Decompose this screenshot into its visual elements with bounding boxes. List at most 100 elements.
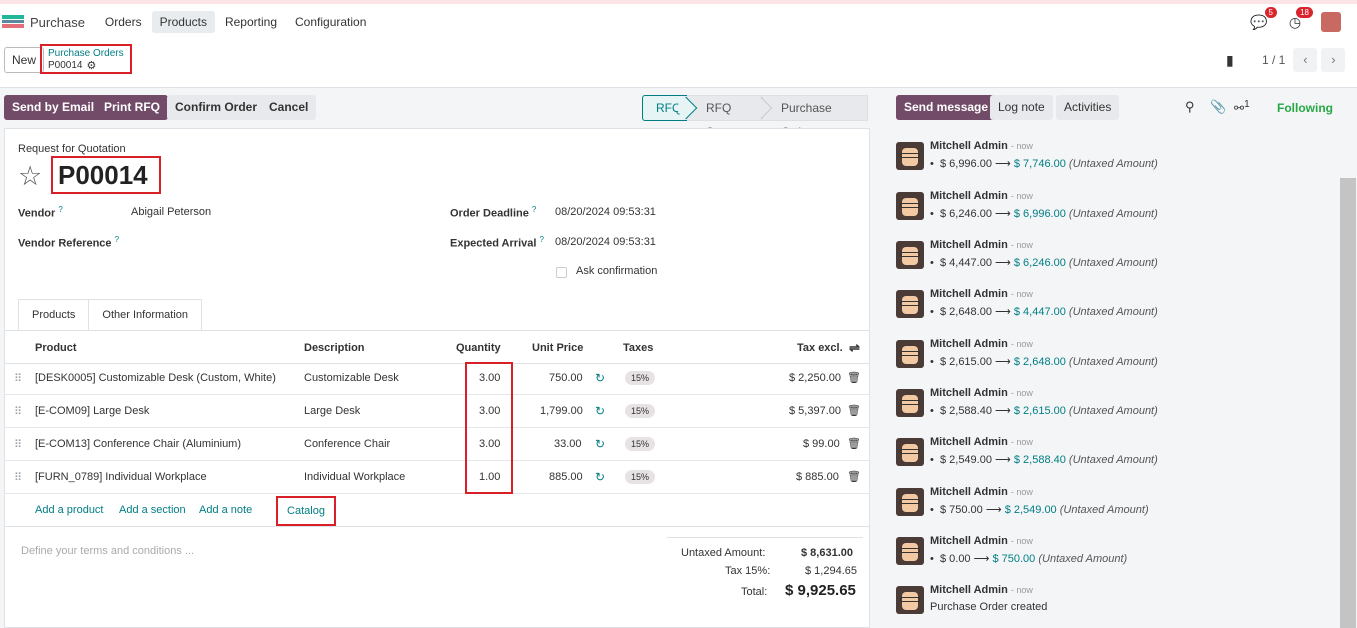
refresh-icon[interactable]: ↻: [595, 404, 605, 418]
message-author[interactable]: Mitchell Admin: [930, 288, 1008, 300]
column-tax-excl[interactable]: Tax excl.: [797, 342, 843, 354]
row-product[interactable]: [DESK0005] Customizable Desk (Custom, Wh…: [35, 372, 276, 384]
pager-value[interactable]: 1 / 1: [1262, 53, 1285, 67]
message-author[interactable]: Mitchell Admin: [930, 387, 1008, 399]
column-settings-icon[interactable]: ⇌: [849, 340, 860, 356]
search-icon[interactable]: ⚲: [1185, 99, 1195, 115]
app-name[interactable]: Purchase: [30, 15, 85, 30]
cancel-button[interactable]: Cancel: [261, 95, 317, 120]
expected-arrival-field[interactable]: 08/20/2024 09:53:31: [555, 236, 656, 248]
column-taxes[interactable]: Taxes: [623, 342, 653, 354]
add-product-link[interactable]: Add a product: [35, 504, 104, 516]
refresh-icon[interactable]: ↻: [595, 470, 605, 484]
stage-rfq-sent[interactable]: RFQ Sent: [687, 95, 773, 139]
drag-handle-icon[interactable]: ⠿: [14, 405, 22, 418]
column-quantity[interactable]: Quantity: [456, 342, 501, 354]
vendor-field[interactable]: Abigail Peterson: [131, 206, 211, 218]
avatar[interactable]: [896, 488, 924, 516]
avatar[interactable]: [896, 586, 924, 614]
table-row[interactable]: ⠿ [DESK0005] Customizable Desk (Custom, …: [5, 362, 869, 395]
add-note-link[interactable]: Add a note: [199, 504, 252, 516]
activities-clock-icon[interactable]: ◷ 18: [1283, 7, 1313, 34]
refresh-icon[interactable]: ↻: [595, 437, 605, 451]
row-description[interactable]: Individual Workplace: [304, 471, 405, 483]
trash-icon[interactable]: 🗑: [847, 371, 861, 384]
print-rfq-button[interactable]: Print RFQ: [96, 95, 168, 120]
breadcrumb-purchase-orders[interactable]: Purchase Orders: [48, 48, 124, 59]
message-author[interactable]: Mitchell Admin: [930, 436, 1008, 448]
help-icon[interactable]: ?: [58, 205, 62, 214]
row-unit-price[interactable]: 750.00: [549, 372, 583, 384]
row-product[interactable]: [FURN_0789] Individual Workplace: [35, 471, 207, 483]
tax-badge[interactable]: 15%: [625, 404, 656, 418]
avatar[interactable]: [896, 192, 924, 220]
row-description[interactable]: Large Desk: [304, 405, 360, 417]
chatter-scrollbar[interactable]: [1340, 178, 1356, 628]
activities-button[interactable]: Activities: [1056, 95, 1120, 120]
menu-reporting[interactable]: Reporting: [217, 11, 285, 33]
help-icon[interactable]: ?: [115, 235, 119, 244]
trash-icon[interactable]: 🗑: [847, 470, 861, 483]
following-button[interactable]: Following: [1277, 101, 1333, 115]
row-unit-price[interactable]: 1,799.00: [540, 405, 583, 417]
order-deadline-field[interactable]: 08/20/2024 09:53:31: [555, 206, 656, 218]
menu-configuration[interactable]: Configuration: [287, 11, 374, 33]
drag-handle-icon[interactable]: ⠿: [14, 471, 22, 484]
purchase-app-icon[interactable]: [2, 15, 24, 29]
message-author[interactable]: Mitchell Admin: [930, 140, 1008, 152]
send-message-button[interactable]: Send message: [896, 95, 997, 120]
tab-other-information[interactable]: Other Information: [88, 299, 203, 331]
trash-icon[interactable]: 🗑: [847, 437, 861, 450]
message-author[interactable]: Mitchell Admin: [930, 190, 1008, 202]
new-button[interactable]: New: [4, 47, 45, 73]
followers-icon[interactable]: ⚯1: [1234, 99, 1250, 115]
avatar[interactable]: [896, 438, 924, 466]
trash-icon[interactable]: 🗑: [847, 404, 861, 417]
terms-field[interactable]: Define your terms and conditions ...: [21, 545, 194, 557]
row-description[interactable]: Customizable Desk: [304, 372, 399, 384]
pager-previous-button[interactable]: ‹: [1293, 48, 1318, 72]
tax-badge[interactable]: 15%: [625, 437, 656, 451]
drag-handle-icon[interactable]: ⠿: [14, 438, 22, 451]
avatar[interactable]: [896, 142, 924, 170]
pager-next-button[interactable]: ›: [1321, 48, 1346, 72]
tab-products[interactable]: Products: [18, 299, 90, 331]
message-author[interactable]: Mitchell Admin: [930, 338, 1008, 350]
confirm-order-button[interactable]: Confirm Order: [167, 95, 266, 120]
avatar[interactable]: [896, 537, 924, 565]
table-row[interactable]: ⠿ [FURN_0789] Individual Workplace Indiv…: [5, 461, 869, 494]
avatar[interactable]: [896, 389, 924, 417]
help-icon[interactable]: ?: [532, 205, 536, 214]
ask-confirmation-checkbox[interactable]: [556, 267, 567, 278]
help-icon[interactable]: ?: [539, 235, 543, 244]
avatar[interactable]: [896, 241, 924, 269]
avatar[interactable]: [896, 290, 924, 318]
row-description[interactable]: Conference Chair: [304, 438, 390, 450]
bookmark-icon[interactable]: ▮: [1226, 52, 1240, 69]
column-description[interactable]: Description: [304, 342, 365, 354]
message-author[interactable]: Mitchell Admin: [930, 535, 1008, 547]
column-unit-price[interactable]: Unit Price: [532, 342, 583, 354]
table-row[interactable]: ⠿ [E-COM09] Large Desk Large Desk 3.00 1…: [5, 395, 869, 428]
row-unit-price[interactable]: 885.00: [549, 471, 583, 483]
catalog-button[interactable]: Catalog: [276, 496, 336, 526]
row-product[interactable]: [E-COM13] Conference Chair (Aluminium): [35, 438, 241, 450]
stage-purchase-order[interactable]: Purchase Order: [762, 95, 868, 139]
tax-badge[interactable]: 15%: [625, 371, 656, 385]
column-product[interactable]: Product: [35, 342, 77, 354]
menu-orders[interactable]: Orders: [97, 11, 150, 33]
stage-rfq[interactable]: RFQ: [642, 95, 698, 121]
drag-handle-icon[interactable]: ⠿: [14, 372, 22, 385]
message-author[interactable]: Mitchell Admin: [930, 486, 1008, 498]
messages-icon[interactable]: 💬 5: [1247, 7, 1277, 34]
message-author[interactable]: Mitchell Admin: [930, 239, 1008, 251]
star-icon[interactable]: ☆: [18, 161, 42, 191]
send-by-email-button[interactable]: Send by Email: [4, 95, 103, 120]
row-unit-price[interactable]: 33.00: [554, 438, 582, 450]
user-avatar[interactable]: [1319, 10, 1343, 34]
avatar[interactable]: [896, 340, 924, 368]
tax-badge[interactable]: 15%: [625, 470, 656, 484]
table-row[interactable]: ⠿ [E-COM13] Conference Chair (Aluminium)…: [5, 428, 869, 461]
log-note-button[interactable]: Log note: [990, 95, 1053, 120]
menu-products[interactable]: Products: [151, 11, 215, 33]
